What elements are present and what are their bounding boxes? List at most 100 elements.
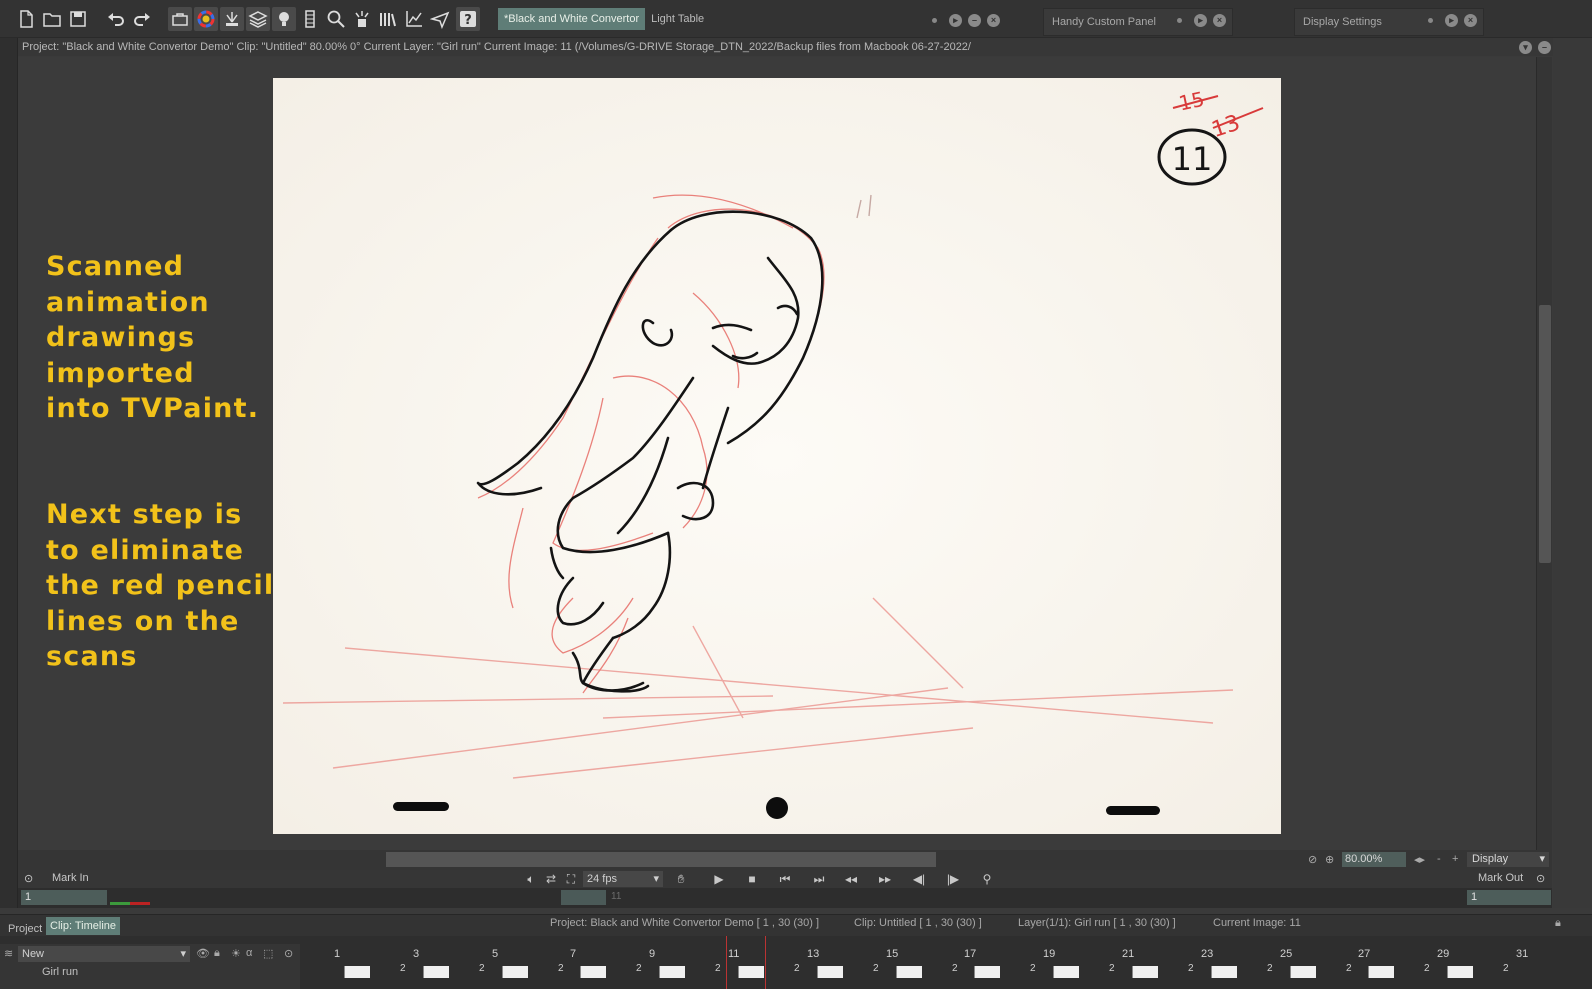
frame-number-21[interactable]: 21 bbox=[1122, 948, 1134, 960]
frame-cell[interactable] bbox=[974, 966, 1000, 978]
frame-number-31[interactable]: 31 bbox=[1516, 948, 1528, 960]
visibility-eye-icon[interactable]: 👁︎ bbox=[196, 947, 210, 960]
frame-number-19[interactable]: 19 bbox=[1043, 948, 1055, 960]
frame-number-15[interactable]: 15 bbox=[886, 948, 898, 960]
alpha-lock-icon[interactable]: α bbox=[246, 947, 252, 959]
mini-timeline-cursor[interactable] bbox=[561, 890, 606, 905]
lock-layer-icon[interactable]: 🔒︎ bbox=[214, 947, 220, 960]
safe-area-icon[interactable]: ⛶ bbox=[562, 872, 580, 886]
frame-cell[interactable] bbox=[896, 966, 922, 978]
mark-out-toggle-icon[interactable]: ⊙ bbox=[1536, 872, 1545, 885]
rotate-view-icon[interactable]: ⊘ bbox=[1308, 853, 1317, 866]
mark-out-field[interactable]: 1 bbox=[1467, 890, 1551, 905]
panel-minimize-icon[interactable]: – bbox=[968, 14, 981, 27]
frame-number-5[interactable]: 5 bbox=[492, 948, 498, 960]
search-icon[interactable] bbox=[324, 7, 348, 31]
frame-number-29[interactable]: 29 bbox=[1437, 948, 1449, 960]
play-icon[interactable]: ▶ bbox=[710, 872, 728, 886]
zoom-field[interactable]: 80.00% bbox=[1342, 852, 1406, 867]
mark-in-toggle-icon[interactable]: ⊙ bbox=[24, 872, 33, 885]
frame-number-25[interactable]: 25 bbox=[1280, 948, 1292, 960]
tab-light-table[interactable]: Light Table bbox=[645, 8, 710, 30]
frame-number-13[interactable]: 13 bbox=[807, 948, 819, 960]
fx-icon[interactable] bbox=[350, 7, 374, 31]
send-icon[interactable] bbox=[428, 7, 452, 31]
frame-cell[interactable] bbox=[817, 966, 843, 978]
collapse-icon[interactable]: ▾ bbox=[1519, 41, 1532, 54]
zoom-fit-icon[interactable]: ◂▸ bbox=[1414, 853, 1425, 866]
redo-icon[interactable] bbox=[130, 7, 154, 31]
new-file-icon[interactable] bbox=[14, 7, 38, 31]
mini-timeline[interactable]: 11 bbox=[18, 888, 1552, 908]
chart-icon[interactable] bbox=[402, 7, 426, 31]
loop-icon[interactable]: ⇄ bbox=[542, 872, 560, 886]
marker-pin-icon[interactable]: ⚲ bbox=[978, 872, 996, 886]
frame-number-27[interactable]: 27 bbox=[1358, 948, 1370, 960]
layer-name-label[interactable]: Girl run bbox=[42, 966, 78, 978]
panel-close-icon[interactable]: × bbox=[1464, 14, 1477, 27]
open-file-icon[interactable] bbox=[40, 7, 64, 31]
step-back-icon[interactable]: ◀| bbox=[910, 872, 928, 886]
frame-cell[interactable] bbox=[1290, 966, 1316, 978]
step-forward-icon[interactable]: |▶ bbox=[944, 872, 962, 886]
frame-number-17[interactable]: 17 bbox=[964, 948, 976, 960]
playhead[interactable] bbox=[726, 936, 766, 989]
mark-in-field[interactable]: 1 bbox=[21, 890, 107, 905]
stop-icon[interactable]: ■ bbox=[743, 872, 761, 886]
vertical-scrollbar[interactable] bbox=[1536, 57, 1552, 850]
display-settings-panel-header[interactable]: Display Settings ▸ × bbox=[1294, 8, 1484, 36]
frame-cell[interactable] bbox=[1132, 966, 1158, 978]
frame-cell[interactable] bbox=[1053, 966, 1079, 978]
frame-number-7[interactable]: 7 bbox=[570, 948, 576, 960]
frame-cell[interactable] bbox=[502, 966, 528, 978]
library-icon[interactable] bbox=[376, 7, 400, 31]
frame-cell[interactable] bbox=[738, 966, 764, 978]
scrub-hand-icon[interactable]: ✋︎ bbox=[672, 872, 690, 886]
frame-cell[interactable] bbox=[659, 966, 685, 978]
panel-play-icon[interactable]: ▸ bbox=[1194, 14, 1207, 27]
drawing-canvas[interactable]: 11 13 15 bbox=[273, 78, 1281, 834]
vertical-scroll-thumb[interactable] bbox=[1539, 305, 1551, 563]
undo-icon[interactable] bbox=[104, 7, 128, 31]
color-wheel-icon[interactable] bbox=[194, 7, 218, 31]
frame-cell[interactable] bbox=[580, 966, 606, 978]
frame-cell[interactable] bbox=[1447, 966, 1473, 978]
zoom-out-button[interactable]: - bbox=[1437, 853, 1441, 865]
stencil-icon[interactable]: ⬚ bbox=[263, 947, 273, 960]
center-view-icon[interactable]: ⊕ bbox=[1325, 853, 1334, 866]
frame-cell[interactable] bbox=[423, 966, 449, 978]
light-table-icon[interactable] bbox=[272, 7, 296, 31]
next-frame-icon[interactable]: ▸▸ bbox=[876, 872, 894, 886]
fps-dropdown[interactable]: 24 fps ▾ bbox=[583, 871, 663, 887]
layers-icon[interactable] bbox=[246, 7, 270, 31]
frame-number-3[interactable]: 3 bbox=[413, 948, 419, 960]
horizontal-scrollbar[interactable] bbox=[18, 850, 1552, 870]
panel-play-icon[interactable]: ▸ bbox=[1445, 14, 1458, 27]
brush-panel-icon[interactable] bbox=[220, 7, 244, 31]
frame-cell[interactable] bbox=[1368, 966, 1394, 978]
display-dropdown[interactable]: Display ▾ bbox=[1467, 852, 1549, 867]
minimize-icon[interactable]: – bbox=[1538, 41, 1551, 54]
timeline-icon[interactable] bbox=[298, 7, 322, 31]
horizontal-scroll-thumb[interactable] bbox=[386, 852, 936, 867]
help-icon[interactable]: ? bbox=[456, 7, 480, 31]
frame-number-9[interactable]: 9 bbox=[649, 948, 655, 960]
new-layer-dropdown[interactable]: New ▾ bbox=[18, 946, 190, 962]
frame-cell[interactable] bbox=[1211, 966, 1237, 978]
light-table-layer-icon[interactable]: ☀︎ bbox=[231, 947, 241, 960]
toolbox-icon[interactable] bbox=[168, 7, 192, 31]
go-to-start-icon[interactable]: ⏮ bbox=[776, 872, 794, 886]
panel-close-icon[interactable]: × bbox=[1213, 14, 1226, 27]
frame-number-11[interactable]: 11 bbox=[728, 948, 739, 960]
panel-play-icon[interactable]: ▸ bbox=[949, 14, 962, 27]
frame-number-1[interactable]: 1 bbox=[334, 948, 340, 960]
sound-icon[interactable]: 🔈︎ bbox=[522, 872, 540, 886]
frame-cell[interactable] bbox=[344, 966, 370, 978]
go-to-end-icon[interactable]: ⏭ bbox=[810, 872, 828, 886]
frame-number-23[interactable]: 23 bbox=[1201, 948, 1213, 960]
layer-stack-icon[interactable]: ≋ bbox=[4, 947, 13, 960]
search-icon[interactable]: ⊙ bbox=[284, 947, 293, 960]
tab-black-and-white-convertor[interactable]: *Black and White Convertor bbox=[498, 8, 646, 30]
zoom-in-button[interactable]: + bbox=[1452, 853, 1458, 865]
tab-clip-timeline[interactable]: Clip: Timeline bbox=[46, 917, 121, 935]
